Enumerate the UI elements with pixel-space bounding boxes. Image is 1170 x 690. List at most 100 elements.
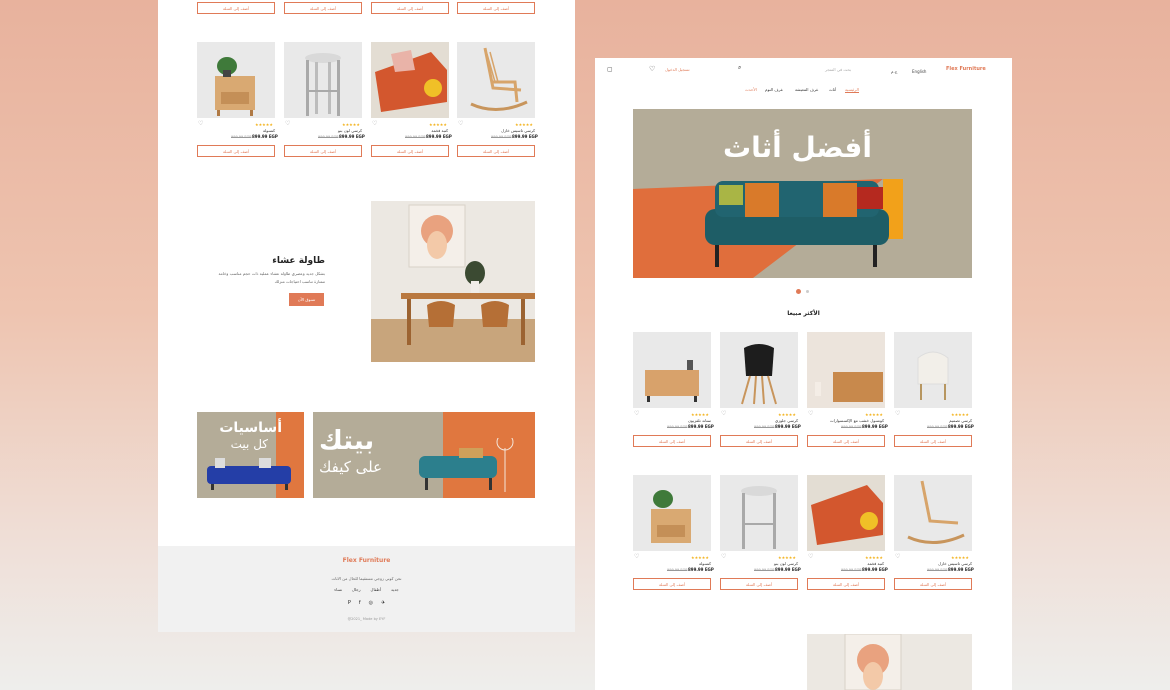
footer-link[interactable]: أطفال bbox=[371, 587, 381, 592]
product-image-black-chair[interactable] bbox=[720, 332, 798, 408]
left-page-preview: أضف إلى السلة أضف إلى السلة أضف إلى السل… bbox=[158, 0, 575, 632]
nav-item-newest[interactable]: الأحدث bbox=[745, 87, 757, 92]
old-price: 999.99 EGP bbox=[667, 568, 688, 572]
add-to-cart-button[interactable]: أضف إلى السلة bbox=[633, 435, 711, 447]
add-to-cart-button[interactable]: أضف إلى السلة bbox=[894, 578, 972, 590]
product-image-console-accessories[interactable] bbox=[807, 332, 885, 408]
heart-icon[interactable]: ♡ bbox=[285, 121, 290, 127]
product-name: كرسي تاسيس خازل bbox=[938, 561, 972, 566]
nav-item-home[interactable]: الرئيسية bbox=[845, 87, 859, 93]
twitter-icon[interactable]: ✈ bbox=[381, 600, 385, 606]
product-image-rocking-chair[interactable] bbox=[457, 42, 535, 118]
pinterest-icon[interactable]: P bbox=[348, 600, 351, 606]
product-image-orange-sofa[interactable] bbox=[371, 42, 449, 118]
add-to-cart-button[interactable]: أضف إلى السلة bbox=[284, 2, 362, 14]
add-to-cart-button[interactable]: أضف إلى السلة bbox=[633, 578, 711, 590]
promo-banner-essentials[interactable]: أساسيات كل بيت bbox=[197, 412, 304, 498]
add-to-cart-button[interactable]: أضف إلى السلة bbox=[894, 435, 972, 447]
rating-stars: ★★★★★ bbox=[865, 412, 883, 417]
feature-description: بشكل جديد وعصري طاولة عشاء عملية ذات حجم… bbox=[218, 271, 325, 276]
footer-link[interactable]: رجال bbox=[352, 587, 361, 592]
heart-icon[interactable]: ♡ bbox=[458, 121, 463, 127]
add-to-cart-button[interactable]: أضف إلى السلة bbox=[197, 2, 275, 14]
instagram-icon[interactable]: ◎ bbox=[369, 600, 373, 606]
site-logo[interactable]: Flex Furniture bbox=[946, 66, 986, 72]
product-price: 899.99 EGP bbox=[948, 424, 974, 429]
product-name: كنبة فخمة bbox=[431, 128, 448, 133]
add-to-cart-button[interactable]: أضف إلى السلة bbox=[284, 145, 362, 157]
product-price: 899.99 EGP bbox=[688, 424, 714, 429]
add-to-cart-button[interactable]: أضف إلى السلة bbox=[197, 145, 275, 157]
footer-link[interactable]: جديد bbox=[391, 587, 399, 592]
old-price: 999.99 EGP bbox=[841, 568, 862, 572]
rating-stars: ★★★★★ bbox=[429, 122, 447, 127]
heart-icon[interactable]: ♡ bbox=[808, 554, 813, 560]
rating-stars: ★★★★★ bbox=[865, 555, 883, 560]
heart-icon[interactable]: ♡ bbox=[895, 554, 900, 560]
dining-table-image bbox=[371, 201, 535, 362]
heart-icon[interactable]: ♡ bbox=[721, 554, 726, 560]
nav-item-furniture[interactable]: أثاث bbox=[829, 87, 836, 92]
language-selector[interactable]: English bbox=[912, 69, 926, 74]
nav-item-bedrooms[interactable]: غرف النوم bbox=[765, 87, 783, 92]
product-name: كرسي لون بنو bbox=[338, 128, 362, 133]
add-to-cart-button[interactable]: أضف إلى السلة bbox=[371, 2, 449, 14]
heart-icon[interactable]: ♡ bbox=[721, 411, 726, 417]
rating-stars: ★★★★★ bbox=[778, 555, 796, 560]
footer-logo[interactable]: Flex Furniture bbox=[158, 557, 575, 564]
old-price: 999.99 EGP bbox=[405, 135, 426, 139]
heart-icon[interactable]: ♡ bbox=[372, 121, 377, 127]
product-image-tv-stand[interactable] bbox=[633, 332, 711, 408]
heart-icon[interactable]: ♡ bbox=[634, 554, 639, 560]
product-image-orange-sofa[interactable] bbox=[807, 475, 885, 551]
banner-subtitle: على كيفك bbox=[319, 458, 383, 476]
product-name: كرسي تاسيس خازل bbox=[501, 128, 535, 133]
product-name: كونسول خشب مع الإكسسوارات bbox=[829, 418, 884, 423]
search-input[interactable]: بحث في المتجر bbox=[825, 67, 851, 72]
promo-banner-your-home[interactable]: بيتك على كيفك bbox=[313, 412, 535, 498]
shop-now-button[interactable]: تسوق الآن bbox=[289, 293, 324, 306]
heart-icon[interactable]: ♡ bbox=[198, 121, 203, 127]
product-price: 899.99 EGP bbox=[862, 424, 888, 429]
heart-icon[interactable]: ♡ bbox=[634, 411, 639, 417]
search-icon[interactable]: ⌕ bbox=[738, 64, 741, 72]
product-name: كرسي جلوزي bbox=[775, 418, 798, 423]
rating-stars: ★★★★★ bbox=[691, 412, 709, 417]
product-image-rocking-chair[interactable] bbox=[894, 475, 972, 551]
footer-link[interactable]: نساء bbox=[334, 587, 342, 592]
product-image-white-chair[interactable] bbox=[894, 332, 972, 408]
product-price: 899.99 EGP bbox=[948, 567, 974, 572]
product-price: 899.99 EGP bbox=[252, 134, 278, 139]
add-to-cart-button[interactable]: أضف إلى السلة bbox=[720, 435, 798, 447]
nav-item-living-rooms[interactable]: غرف المعيشة bbox=[795, 87, 818, 92]
product-image-console[interactable] bbox=[633, 475, 711, 551]
old-price: 999.99 EGP bbox=[667, 425, 688, 429]
old-price: 999.99 EGP bbox=[231, 135, 252, 139]
right-page-preview: ▢ ♡ تسجيل الدخول ⌕ بحث في المتجر ج.م Eng… bbox=[595, 58, 1012, 690]
heart-icon[interactable]: ♡ bbox=[895, 411, 900, 417]
add-to-cart-button[interactable]: أضف إلى السلة bbox=[457, 145, 535, 157]
rating-stars: ★★★★★ bbox=[342, 122, 360, 127]
cart-icon[interactable]: ▢ bbox=[607, 66, 613, 73]
login-link[interactable]: تسجيل الدخول bbox=[665, 67, 690, 72]
carousel-dot-active[interactable] bbox=[796, 289, 801, 294]
banner-title: أساسيات bbox=[219, 420, 282, 436]
carousel-dot[interactable] bbox=[806, 290, 809, 293]
heart-icon[interactable]: ♡ bbox=[649, 65, 655, 73]
facebook-icon[interactable]: f bbox=[359, 600, 361, 606]
add-to-cart-button[interactable]: أضف إلى السلة bbox=[720, 578, 798, 590]
add-to-cart-button[interactable]: أضف إلى السلة bbox=[371, 145, 449, 157]
add-to-cart-button[interactable]: أضف إلى السلة bbox=[457, 2, 535, 14]
product-image-stool[interactable] bbox=[284, 42, 362, 118]
add-to-cart-button[interactable]: أضف إلى السلة bbox=[807, 435, 885, 447]
rating-stars: ★★★★★ bbox=[951, 555, 969, 560]
product-image-stool[interactable] bbox=[720, 475, 798, 551]
product-price: 899.99 EGP bbox=[339, 134, 365, 139]
currency-selector[interactable]: ج.م bbox=[891, 69, 897, 74]
add-to-cart-button[interactable]: أضف إلى السلة bbox=[807, 578, 885, 590]
product-name: ستاند تلفزيون bbox=[687, 418, 711, 423]
product-image-console[interactable] bbox=[197, 42, 275, 118]
old-price: 999.99 EGP bbox=[754, 425, 775, 429]
heart-icon[interactable]: ♡ bbox=[808, 411, 813, 417]
hero-banner[interactable]: أفضل أثاث bbox=[633, 109, 972, 278]
